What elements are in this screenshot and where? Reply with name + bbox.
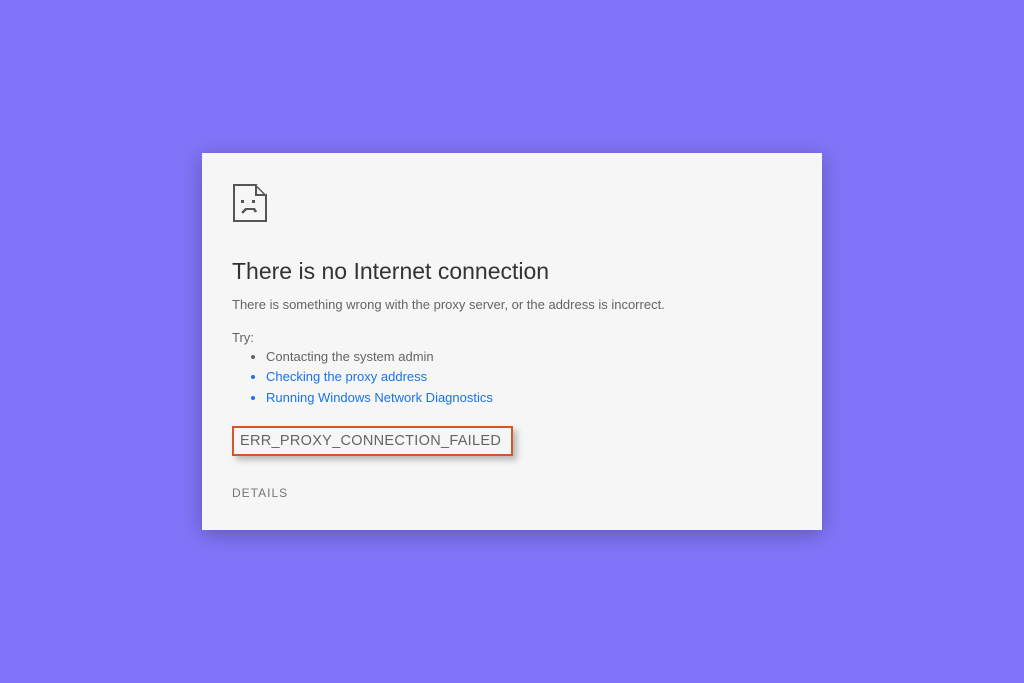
error-heading: There is no Internet connection (232, 258, 792, 285)
try-suggestions-list: Contacting the system admin Checking the… (232, 347, 792, 407)
suggestion-network-diagnostics-link[interactable]: Running Windows Network Diagnostics (266, 390, 493, 405)
suggestion-network-diagnostics[interactable]: Running Windows Network Diagnostics (266, 388, 792, 408)
error-code: ERR_PROXY_CONNECTION_FAILED (240, 433, 501, 449)
suggestion-check-proxy[interactable]: Checking the proxy address (266, 367, 792, 387)
error-subheading: There is something wrong with the proxy … (232, 297, 792, 312)
suggestion-contact-admin: Contacting the system admin (266, 347, 792, 367)
details-button[interactable]: DETAILS (232, 486, 288, 500)
error-panel: There is no Internet connection There is… (202, 153, 822, 529)
suggestion-check-proxy-link[interactable]: Checking the proxy address (266, 369, 427, 384)
sad-page-icon (232, 183, 792, 228)
error-code-highlight: ERR_PROXY_CONNECTION_FAILED (232, 426, 513, 456)
try-label: Try: (232, 330, 792, 345)
